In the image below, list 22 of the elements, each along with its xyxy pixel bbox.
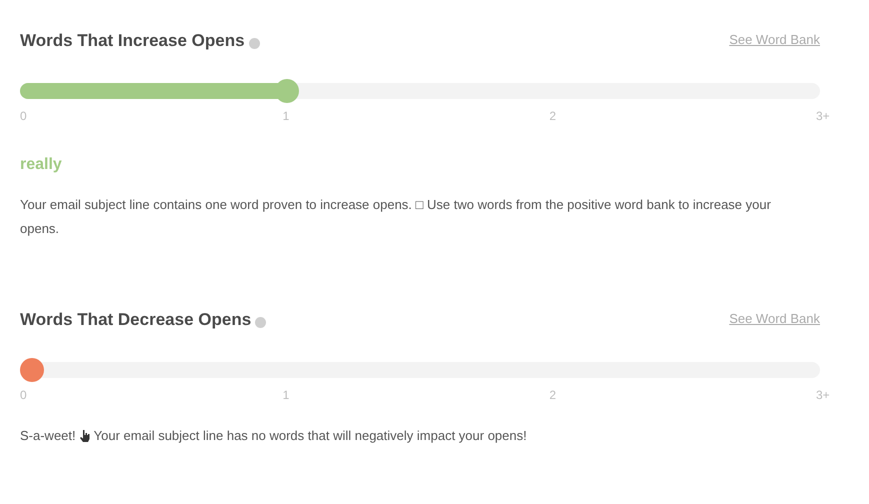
word-bank-link[interactable]: See Word Bank [729, 30, 820, 50]
hand-icon [80, 430, 90, 442]
tick-label: 3+ [816, 108, 830, 125]
info-icon[interactable] [248, 38, 260, 48]
tick-label: 2 [549, 387, 556, 404]
tick-label: 0 [20, 108, 27, 125]
result-message: Your email subject line contains one word proven to increase opens. □ Use two words from the positive word bank to increase your opens. [20, 196, 772, 238]
slider-thumb[interactable] [20, 358, 44, 382]
tick-label: 3+ [816, 387, 830, 404]
slider[interactable] [20, 79, 820, 103]
tick-label: 2 [549, 108, 556, 125]
tick-label: 0 [20, 387, 27, 404]
matched-word: really [20, 155, 63, 175]
section-title: Words That Decrease Opens [20, 309, 252, 331]
info-icon[interactable] [255, 316, 266, 328]
result-message: S-a-weet! [20, 427, 76, 445]
section-title: Words That Increase Opens [20, 30, 245, 52]
result-message: Your email subject line has no words that will negatively impact your opens! [94, 427, 527, 445]
tick-label: 1 [282, 108, 290, 125]
slider[interactable] [20, 358, 820, 382]
tick-label: 1 [282, 387, 290, 404]
word-bank-link[interactable]: See Word Bank [729, 309, 820, 328]
